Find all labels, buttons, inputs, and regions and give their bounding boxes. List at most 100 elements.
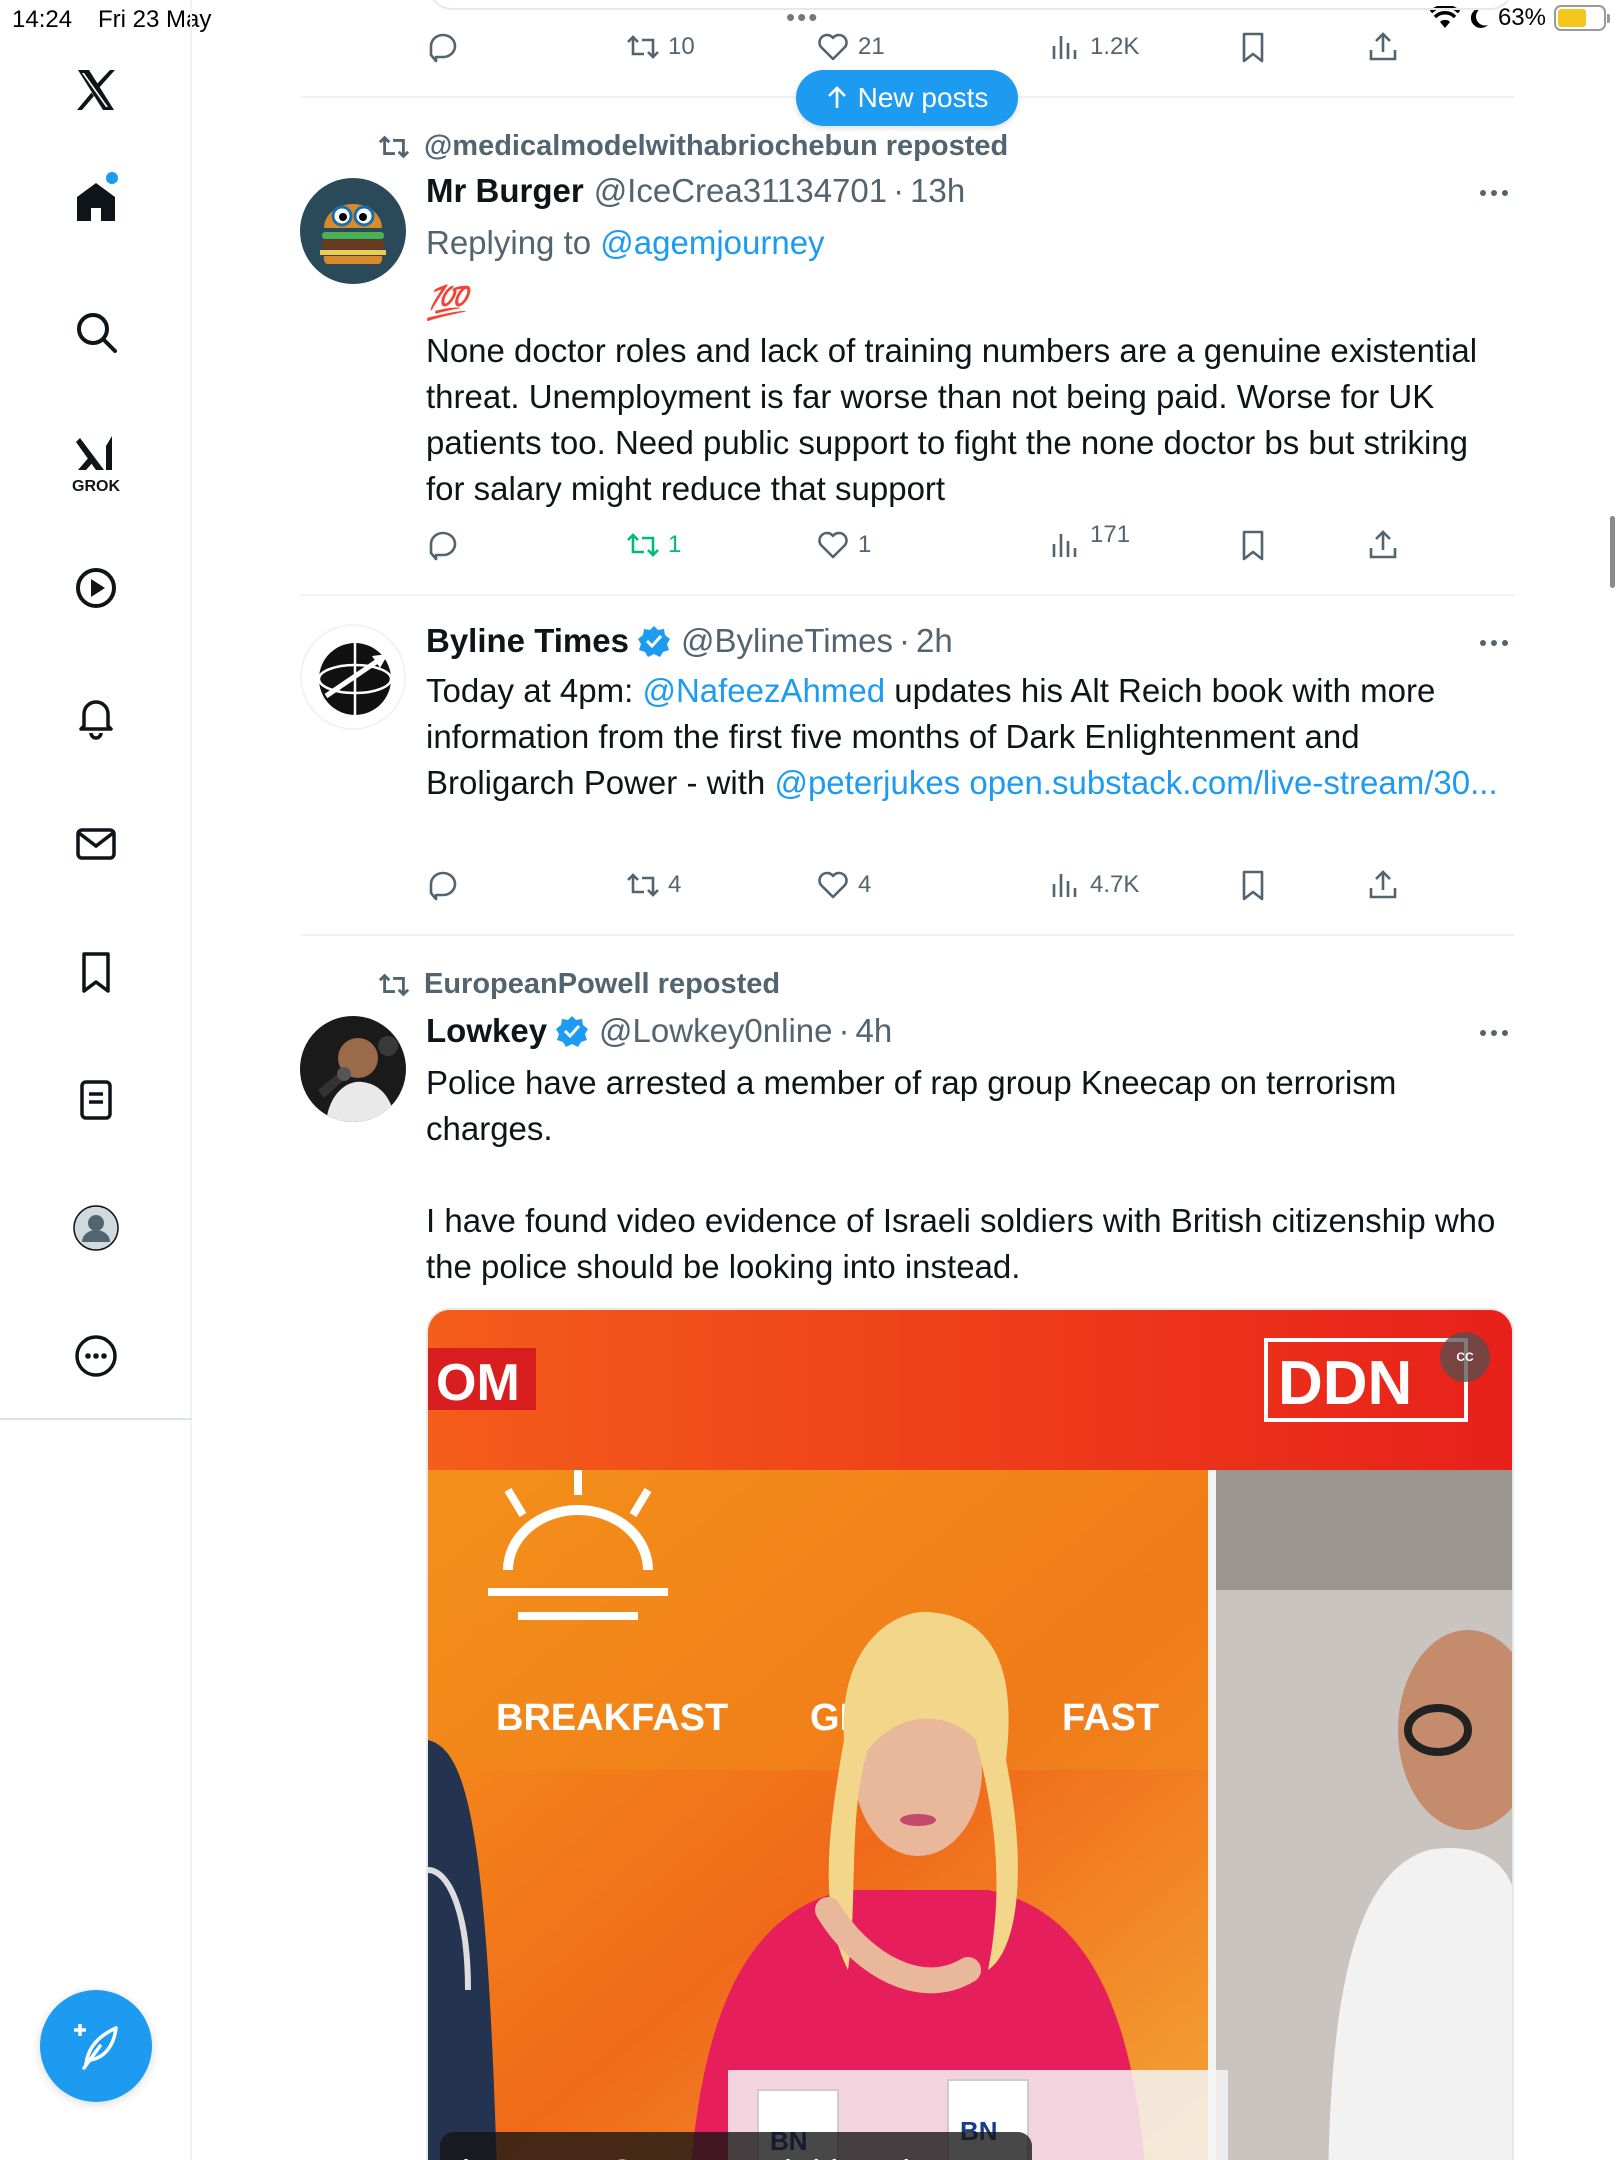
- heart-icon: [818, 531, 848, 559]
- avatar[interactable]: [300, 1016, 406, 1122]
- author-name[interactable]: Byline Times: [426, 622, 629, 660]
- bookmarks-icon[interactable]: [66, 942, 126, 1002]
- banner-fast: FAST: [1062, 1697, 1159, 1739]
- closed-captions-button[interactable]: CC: [1440, 1332, 1490, 1382]
- reply-button[interactable]: [426, 528, 468, 562]
- reposted-by-label[interactable]: EuropeanPowell reposted: [424, 968, 780, 1001]
- grok-label: GROK: [72, 478, 120, 495]
- share-button[interactable]: [1366, 868, 1400, 902]
- share-icon: [1369, 32, 1397, 61]
- author-name[interactable]: Mr Burger: [426, 172, 584, 210]
- author-handle[interactable]: @IceCrea31134701: [594, 172, 887, 210]
- separator-dot: ·: [898, 622, 910, 659]
- share-icon: [1369, 530, 1397, 559]
- repost-button[interactable]: 10: [626, 30, 695, 64]
- post-actions-top: 10 21 1.2K: [426, 30, 1514, 70]
- post-text: None doctor roles and lack of training n…: [426, 332, 1478, 507]
- views-button[interactable]: 1.2K: [1048, 30, 1139, 64]
- post-header: Byline Times @BylineTimes · 2h: [426, 622, 953, 660]
- views-button[interactable]: 171: [1048, 521, 1130, 562]
- video-thumbnail: OM DDN BREAKFAST GE FAST BN: [428, 1310, 1512, 2160]
- author-handle[interactable]: @Lowkey0nline: [599, 1012, 832, 1050]
- video-player[interactable]: OM DDN BREAKFAST GE FAST BN CC: [426, 1308, 1514, 2160]
- search-icon[interactable]: [66, 302, 126, 362]
- battery-icon: [1554, 5, 1610, 31]
- messages-icon[interactable]: [66, 814, 126, 874]
- hundred-emoji: 💯: [426, 284, 468, 321]
- x-logo-icon[interactable]: [66, 60, 126, 120]
- reply-icon: [429, 531, 457, 561]
- more-icon[interactable]: [66, 1326, 126, 1386]
- author-name[interactable]: Lowkey: [426, 1012, 547, 1050]
- reply-button[interactable]: [426, 868, 468, 902]
- bookmark-button[interactable]: [1236, 30, 1270, 64]
- mention-link[interactable]: @NafeezAhmed: [642, 672, 885, 709]
- repost-icon: [627, 35, 659, 59]
- separator-dot: ·: [893, 172, 905, 209]
- views-count: 4.7K: [1090, 871, 1140, 898]
- reply-icon: [429, 871, 457, 901]
- bookmark-icon: [1242, 870, 1264, 901]
- bookmark-button[interactable]: [1236, 528, 1270, 562]
- video-icon[interactable]: [66, 558, 126, 618]
- like-count: 4: [858, 871, 872, 898]
- post-time[interactable]: 4h: [856, 1012, 893, 1050]
- repost-icon: [627, 873, 659, 897]
- repost-context: @medicalmodelwithabriochebun reposted: [378, 130, 1008, 163]
- profile-icon[interactable]: [66, 1198, 126, 1258]
- avatar[interactable]: [300, 178, 406, 284]
- post-text: Today at 4pm: @NafeezAhmed updates his A…: [426, 668, 1514, 806]
- battery-fill: [1558, 9, 1586, 27]
- scrollbar[interactable]: [1610, 516, 1615, 588]
- like-button[interactable]: 4: [816, 868, 871, 902]
- post-actions: 4 4 4.7K: [426, 868, 1514, 908]
- like-button[interactable]: 21: [816, 30, 885, 64]
- repost-count: 4: [668, 871, 682, 898]
- reply-button[interactable]: [426, 30, 468, 64]
- notifications-icon[interactable]: [66, 686, 126, 746]
- reposted-by-label[interactable]: @medicalmodelwithabriochebun reposted: [424, 130, 1008, 163]
- share-button[interactable]: [1366, 528, 1400, 562]
- repost-icon: [378, 135, 410, 158]
- avatar[interactable]: [300, 624, 406, 730]
- bookmark-button[interactable]: [1236, 868, 1270, 902]
- post-header: Lowkey @Lowkey0nline · 4h: [426, 1012, 892, 1050]
- repost-button[interactable]: 4: [626, 868, 681, 902]
- author-handle[interactable]: @BylineTimes: [681, 622, 893, 660]
- more-options-icon[interactable]: [1480, 638, 1514, 648]
- sidebar-divider: [0, 1418, 192, 1420]
- repost-button[interactable]: 1: [626, 528, 681, 562]
- like-count: 21: [858, 33, 885, 60]
- repost-count: 1: [668, 531, 682, 558]
- new-posts-button[interactable]: New posts: [796, 70, 1018, 126]
- verified-badge-icon: [637, 626, 670, 657]
- post-separator: [300, 934, 1514, 936]
- overlay-right-text: DDN: [1278, 1349, 1412, 1418]
- more-options-icon[interactable]: [1480, 188, 1514, 198]
- share-icon: [1369, 870, 1397, 899]
- mention-link[interactable]: @peterjukes: [774, 764, 960, 801]
- grok-icon[interactable]: [66, 424, 126, 484]
- repost-icon: [627, 533, 659, 557]
- views-button[interactable]: 4.7K: [1048, 868, 1139, 902]
- lists-icon[interactable]: [66, 1070, 126, 1130]
- post-header: Mr Burger @IceCrea31134701 · 13h: [426, 172, 965, 210]
- post-text: Police have arrested a member of rap gro…: [426, 1064, 1496, 1285]
- views-icon: [1052, 534, 1077, 557]
- url-link[interactable]: open.substack.com/live-stream/30...: [969, 764, 1497, 801]
- post-time[interactable]: 2h: [916, 622, 953, 660]
- heart-icon: [818, 33, 848, 61]
- post-time[interactable]: 13h: [910, 172, 965, 210]
- overlay-left-text: OM: [436, 1354, 520, 1412]
- more-options-icon[interactable]: [1480, 1028, 1514, 1038]
- views-count: 171: [1090, 521, 1131, 548]
- repost-icon: [378, 973, 410, 996]
- repost-count: 10: [668, 33, 695, 60]
- views-icon: [1052, 874, 1077, 897]
- compose-button[interactable]: [40, 1990, 152, 2102]
- views-count: 1.2K: [1090, 33, 1140, 60]
- share-button[interactable]: [1366, 30, 1400, 64]
- separator-dot: ·: [838, 1012, 850, 1049]
- replying-to-mention[interactable]: @agemjourney: [600, 224, 824, 261]
- like-button[interactable]: 1: [816, 528, 871, 562]
